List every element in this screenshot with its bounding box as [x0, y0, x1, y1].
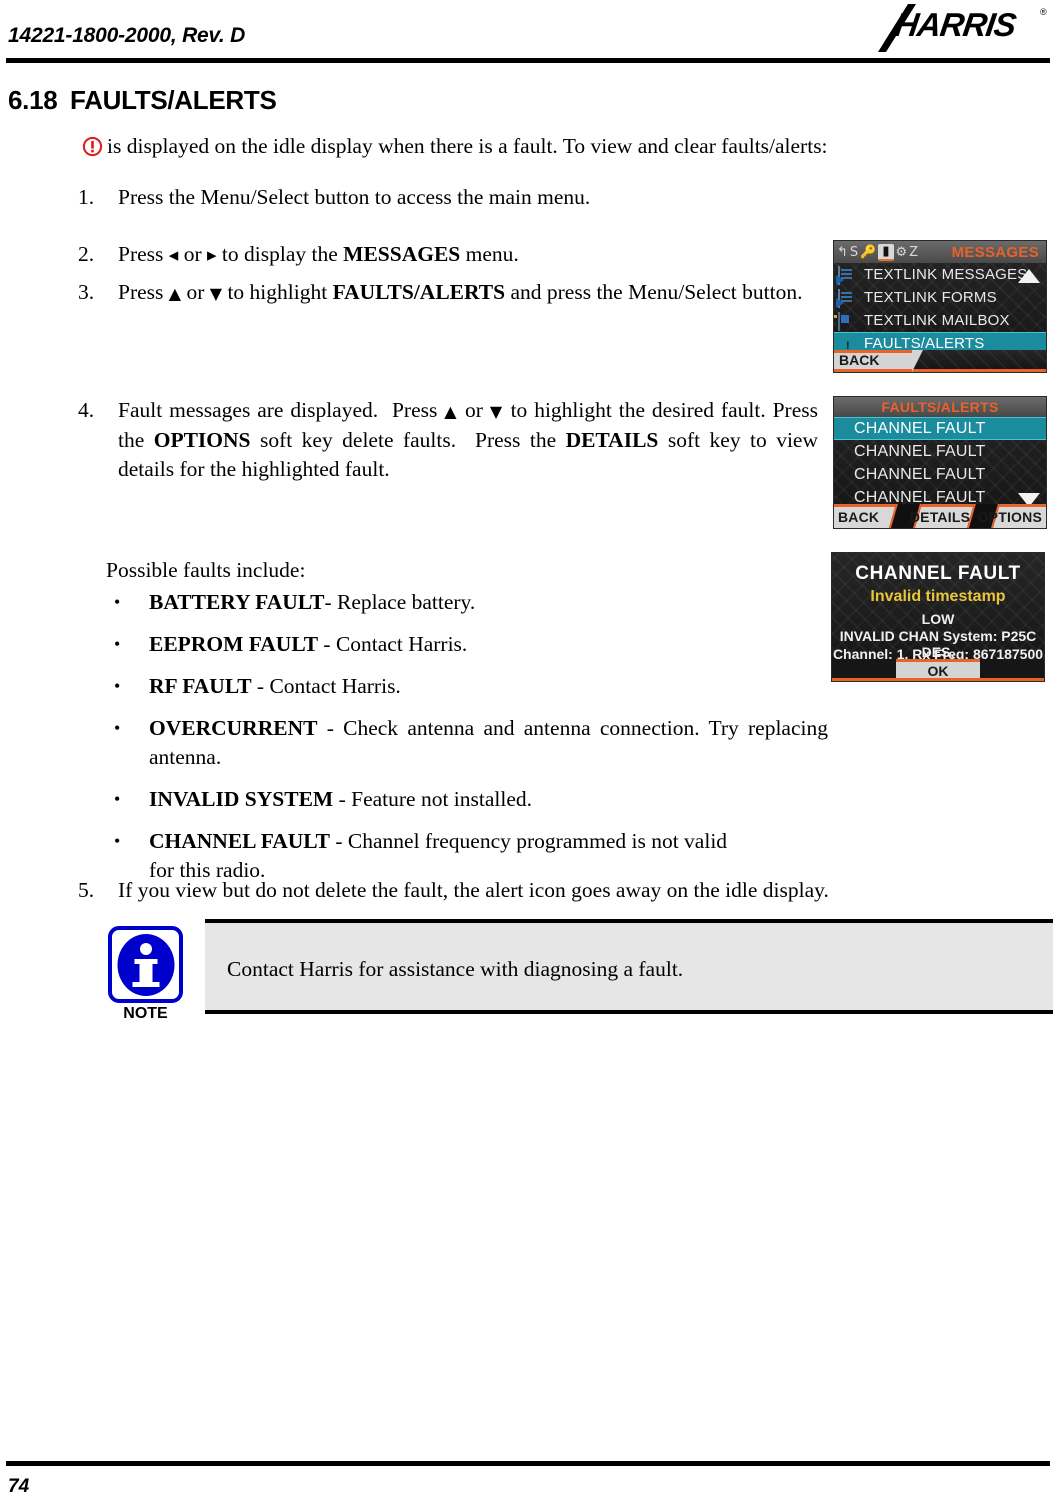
fault-list-row-2[interactable]: CHANNEL FAULT	[834, 463, 1046, 486]
softkey-bar: OK	[832, 659, 1044, 681]
list-item: • RF FAULT - Contact Harris.	[106, 672, 828, 701]
fault-row-label: CHANNEL FAULT	[854, 465, 986, 483]
textlink-forms-icon	[836, 288, 859, 308]
step-3-marker: 3.	[78, 280, 95, 304]
page-header: 14221-1800-2000, Rev. D HARRIS ®	[0, 0, 1056, 63]
fault-entry-3: OVERCURRENT - Check antenna and antenna …	[149, 716, 828, 769]
menu-list: TEXTLINK MESSAGES TEXTLINK FORMS TEXTLIN…	[834, 263, 1046, 370]
bullet-icon: •	[114, 718, 121, 738]
fault-list: • BATTERY FAULT- Replace battery. • EEPR…	[106, 588, 828, 898]
menu-title: MESSAGES	[951, 243, 1039, 261]
step-4: 4. Fault messages are displayed. Press ▲…	[78, 396, 818, 484]
fault-entry-2: RF FAULT - Contact Harris.	[149, 674, 401, 698]
note-panel: Contact Harris for assistance with diagn…	[205, 919, 1053, 1014]
svg-text:®: ®	[1040, 7, 1047, 17]
zone-icon: Z	[909, 244, 919, 260]
fault-entry-0: BATTERY FAULT- Replace battery.	[149, 590, 476, 614]
bullet-icon: •	[114, 592, 121, 612]
list-item: • EEPROM FAULT - Contact Harris.	[106, 630, 828, 659]
fault-entry-1: EEPROM FAULT - Contact Harris.	[149, 632, 468, 656]
radio-screenshot-fault-detail: CHANNEL FAULT Invalid timestamp LOW INVA…	[831, 552, 1045, 682]
bullet-icon: •	[114, 789, 121, 809]
step-4-text: Fault messages are displayed. Press ▲ or…	[118, 398, 818, 481]
header-divider	[6, 58, 1050, 63]
note-callout: NOTE Contact Harris for assistance with …	[0, 905, 1056, 1035]
footer-divider	[6, 1461, 1050, 1466]
softkey-bar: BACK DETAILS OPTIONS	[834, 504, 1046, 528]
intro-paragraph: is displayed on the idle display when th…	[82, 132, 828, 160]
alert-exclamation-icon	[82, 136, 103, 157]
list-item: • BATTERY FAULT- Replace battery.	[106, 588, 828, 617]
step-3-text: Press ▲ or ▼ to highlight FAULTS/ALERTS …	[118, 280, 803, 304]
menu-item-textlink-messages[interactable]: TEXTLINK MESSAGES	[834, 263, 1046, 286]
screen-title-bar: FAULTS/ALERTS	[834, 397, 1046, 417]
page-number: 74	[8, 1476, 30, 1497]
scroll-up-icon[interactable]	[1018, 269, 1040, 283]
step-5-marker: 5.	[78, 878, 95, 902]
textlink-messages-icon	[836, 265, 859, 285]
document-id: 14221-1800-2000, Rev. D	[8, 24, 246, 47]
step-2-text: Press ◂ or ▸ to display the MESSAGES men…	[118, 242, 519, 266]
menu-item-textlink-forms[interactable]: TEXTLINK FORMS	[834, 286, 1046, 309]
step-3: 3. Press ▲ or ▼ to highlight FAULTS/ALER…	[78, 278, 818, 308]
note-label: NOTE	[123, 1005, 168, 1022]
harris-logo: HARRIS ®	[870, 2, 1050, 54]
section-title: FAULTS/ALERTS	[70, 85, 277, 115]
softkey-details-button[interactable]: DETAILS	[910, 509, 970, 525]
possible-faults-label: Possible faults include:	[106, 558, 306, 582]
fault-row-label: CHANNEL FAULT	[854, 442, 986, 460]
status-bar: ↰ S 🔑 ▮ ⚙ Z MESSAGES	[834, 241, 1046, 263]
step-4-marker: 4.	[78, 398, 95, 422]
intro-text: is displayed on the idle display when th…	[107, 134, 828, 158]
svg-text:HARRIS: HARRIS	[892, 7, 1019, 44]
step-2: 2. Press ◂ or ▸ to display the MESSAGES …	[78, 240, 778, 270]
bullet-icon: •	[114, 831, 121, 851]
step-1-marker: 1.	[78, 185, 95, 209]
bullet-icon: •	[114, 676, 121, 696]
step-5: 5. If you view but do not delete the fau…	[78, 876, 978, 905]
fault-list: CHANNEL FAULT CHANNEL FAULT CHANNEL FAUL…	[834, 417, 1046, 509]
menu-item-label: TEXTLINK MESSAGES	[864, 266, 1028, 283]
softkey-options-button[interactable]: OPTIONS	[978, 509, 1042, 525]
softkey-bar: BACK	[834, 350, 1046, 372]
key-icon: 🔑	[860, 244, 877, 260]
fault-row-label: CHANNEL FAULT	[854, 419, 986, 437]
message-icon: ▮	[878, 243, 894, 261]
softkey-back-label: BACK	[839, 352, 880, 368]
info-icon	[108, 926, 183, 1003]
menu-item-label: TEXTLINK FORMS	[864, 289, 997, 306]
textlink-mailbox-icon	[838, 311, 859, 331]
fault-list-row-0[interactable]: CHANNEL FAULT	[834, 417, 1046, 440]
bullet-icon: •	[114, 634, 121, 654]
softkey-ok-button[interactable]: OK	[896, 659, 980, 679]
step-2-marker: 2.	[78, 242, 95, 266]
page-title: 6.18 FAULTS/ALERTS	[8, 85, 277, 116]
menu-item-label: TEXTLINK MAILBOX	[864, 312, 1010, 329]
detail-severity: LOW	[921, 611, 955, 627]
softkey-back-button[interactable]: BACK	[838, 509, 879, 525]
detail-title: CHANNEL FAULT	[855, 563, 1021, 584]
section-number: 6.18	[8, 85, 58, 115]
screen-title: FAULTS/ALERTS	[881, 399, 999, 415]
list-item: • INVALID SYSTEM - Feature not installed…	[106, 785, 828, 814]
detail-subtitle: Invalid timestamp	[870, 588, 1006, 605]
fault-entry-4: INVALID SYSTEM - Feature not installed.	[149, 787, 533, 811]
softkey-ok-label: OK	[927, 663, 949, 679]
fault-list-row-1[interactable]: CHANNEL FAULT	[834, 440, 1046, 463]
step-1: 1. Press the Menu/Select button to acces…	[78, 183, 778, 212]
gear-icon: ⚙	[895, 244, 908, 260]
call-icon: ↰	[837, 244, 848, 260]
radio-screenshot-faults-list: FAULTS/ALERTS CHANNEL FAULT CHANNEL FAUL…	[833, 396, 1047, 529]
scan-icon: S	[849, 244, 859, 260]
list-item: • OVERCURRENT - Check antenna and antenn…	[106, 714, 828, 772]
radio-screenshot-messages-menu: ↰ S 🔑 ▮ ⚙ Z MESSAGES TEXTLINK MESSAGES T…	[833, 240, 1047, 373]
step-5-text: If you view but do not delete the fault,…	[118, 878, 829, 902]
menu-item-textlink-mailbox[interactable]: TEXTLINK MAILBOX	[834, 309, 1046, 332]
step-1-text: Press the Menu/Select button to access t…	[118, 185, 591, 209]
note-text: Contact Harris for assistance with diagn…	[227, 957, 684, 981]
